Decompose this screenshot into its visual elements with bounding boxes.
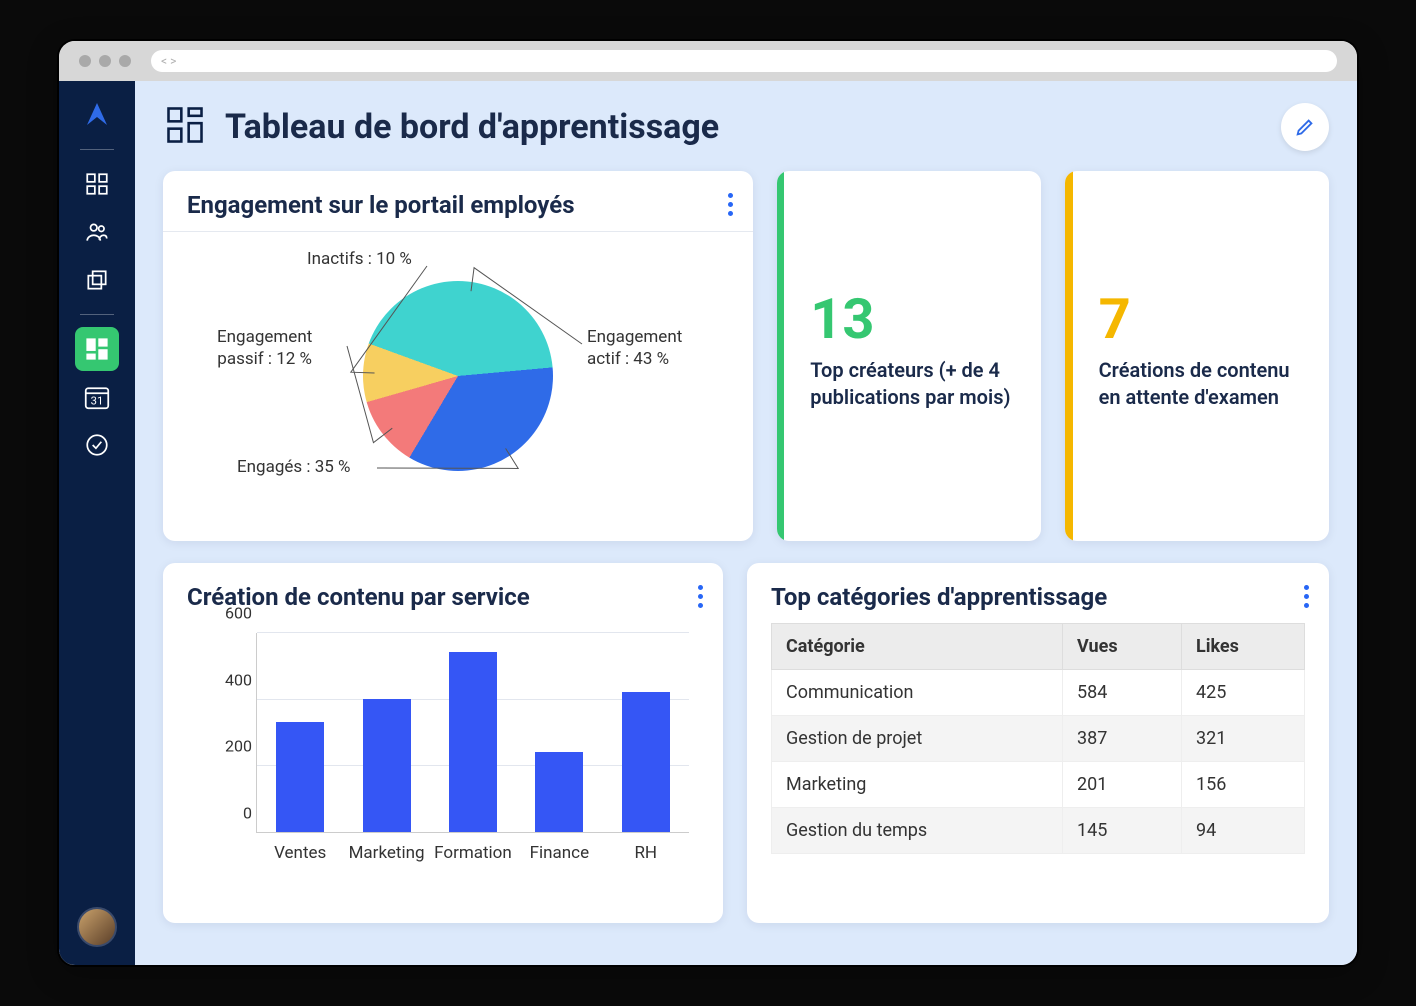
cell-views: 201 xyxy=(1063,762,1182,808)
bar xyxy=(363,699,411,832)
card-menu-button[interactable] xyxy=(1304,585,1309,608)
top-creators-card: 13 Top créateurs (+ de 4 publications pa… xyxy=(777,171,1041,541)
cell-likes: 94 xyxy=(1181,808,1304,854)
pie-label-passive: Engagementpassif : 12 % xyxy=(217,326,312,370)
cell-views: 584 xyxy=(1063,670,1182,716)
zoom-dot[interactable] xyxy=(119,55,131,67)
top-creators-label: Top créateurs (+ de 4 publications par m… xyxy=(810,357,1015,411)
sidebar: 31 xyxy=(59,81,135,965)
x-label: RH xyxy=(606,843,686,863)
cell-cat: Marketing xyxy=(772,762,1063,808)
table-row[interactable]: Gestion de projet387321 xyxy=(772,716,1305,762)
top-categories-card: Top catégories d'apprentissage Catégorie… xyxy=(747,563,1329,923)
card-menu-button[interactable] xyxy=(698,585,703,608)
sidebar-item-check[interactable] xyxy=(75,423,119,467)
y-tick: 0 xyxy=(243,804,252,823)
x-label: Finance xyxy=(519,843,599,863)
bar xyxy=(276,722,324,832)
cell-likes: 425 xyxy=(1181,670,1304,716)
th-category: Catégorie xyxy=(772,624,1063,670)
bar xyxy=(449,652,497,832)
table-card-title: Top catégories d'apprentissage xyxy=(771,583,1305,623)
y-tick: 200 xyxy=(225,737,252,756)
table-row[interactable]: Communication584425 xyxy=(772,670,1305,716)
table-row[interactable]: Gestion du temps14594 xyxy=(772,808,1305,854)
table-row[interactable]: Marketing201156 xyxy=(772,762,1305,808)
cell-cat: Communication xyxy=(772,670,1063,716)
bar xyxy=(622,692,670,832)
app-logo[interactable] xyxy=(81,99,113,131)
pie-label-active: Engagementactif : 43 % xyxy=(587,326,682,370)
cell-likes: 156 xyxy=(1181,762,1304,808)
pending-review-value: 7 xyxy=(1099,291,1303,347)
cell-views: 145 xyxy=(1063,808,1182,854)
th-views: Vues xyxy=(1063,624,1182,670)
y-tick: 600 xyxy=(225,604,252,623)
calendar-day: 31 xyxy=(91,395,104,408)
pencil-icon xyxy=(1294,116,1316,138)
card-menu-button[interactable] xyxy=(728,193,733,216)
sidebar-item-copy[interactable] xyxy=(75,258,119,302)
page-title: Tableau de bord d'apprentissage xyxy=(225,107,719,147)
engagement-card: Engagement sur le portail employés Engag… xyxy=(163,171,753,541)
top-creators-value: 13 xyxy=(810,291,1015,347)
categories-table: Catégorie Vues Likes Communication584425… xyxy=(771,623,1305,854)
cell-likes: 321 xyxy=(1181,716,1304,762)
minimize-dot[interactable] xyxy=(99,55,111,67)
sidebar-item-board-active[interactable] xyxy=(75,327,119,371)
x-label: Formation xyxy=(433,843,513,863)
browser-window: < > 31 xyxy=(57,39,1359,967)
close-dot[interactable] xyxy=(79,55,91,67)
traffic-lights xyxy=(79,55,131,67)
cell-views: 387 xyxy=(1063,716,1182,762)
x-label: Ventes xyxy=(260,843,340,863)
sidebar-item-people[interactable] xyxy=(75,210,119,254)
edit-button[interactable] xyxy=(1281,103,1329,151)
bar-card-title: Création de contenu par service xyxy=(187,583,699,623)
bar xyxy=(535,752,583,832)
pending-review-card: 7 Créations de contenu en attente d'exam… xyxy=(1065,171,1329,541)
pending-review-label: Créations de contenu en attente d'examen xyxy=(1099,357,1303,411)
engagement-pie-chart: Engagementactif : 43 % Engagés : 35 % En… xyxy=(187,246,729,506)
x-label: Marketing xyxy=(347,843,427,863)
engagement-card-title: Engagement sur le portail employés xyxy=(187,191,729,231)
cell-cat: Gestion du temps xyxy=(772,808,1063,854)
user-avatar[interactable] xyxy=(77,907,117,947)
nav-back-forward-icon[interactable]: < > xyxy=(161,54,176,68)
sidebar-item-dashboard[interactable] xyxy=(75,162,119,206)
main-content: Tableau de bord d'apprentissage Engageme… xyxy=(135,81,1357,965)
y-tick: 400 xyxy=(225,670,252,689)
dept-bar-chart: 0200400600 VentesMarketingFormationFinan… xyxy=(217,633,689,863)
pie-label-inactive: Inactifs : 10 % xyxy=(307,248,412,270)
content-by-dept-card: Création de contenu par service 0 200 400 6… xyxy=(163,563,723,923)
sidebar-item-calendar[interactable]: 31 xyxy=(75,375,119,419)
pie-label-engaged: Engagés : 35 % xyxy=(237,456,351,478)
cell-cat: Gestion de projet xyxy=(772,716,1063,762)
browser-chrome: < > xyxy=(59,41,1357,81)
dashboard-icon xyxy=(163,103,207,151)
th-likes: Likes xyxy=(1181,624,1304,670)
url-bar[interactable]: < > xyxy=(151,50,1337,72)
